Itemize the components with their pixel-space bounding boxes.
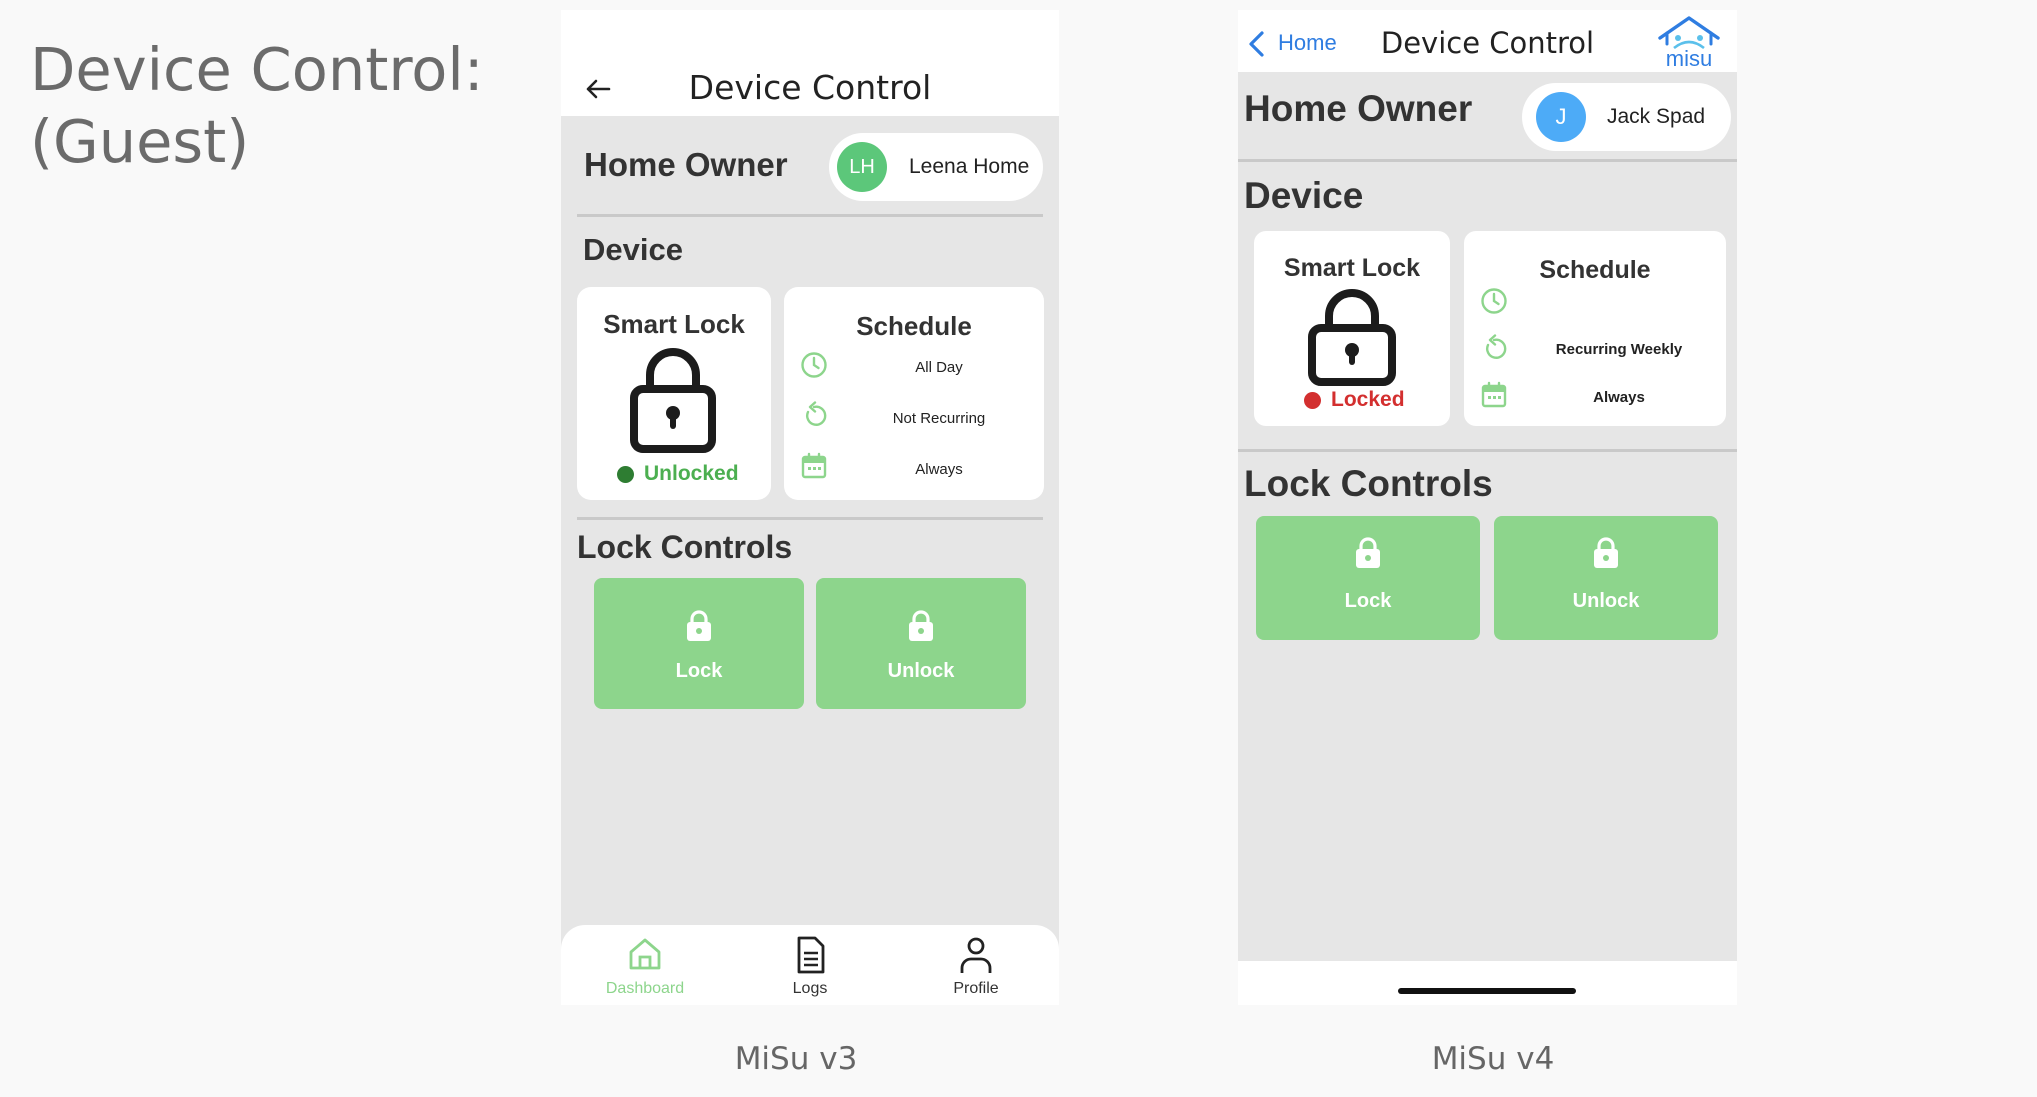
lock-icon <box>1356 537 1380 568</box>
schedule-dates: Always <box>915 461 963 478</box>
status-dot <box>1304 392 1321 409</box>
padlock-icon <box>630 348 716 453</box>
home-icon <box>629 938 661 970</box>
schedule-card[interactable]: Schedule All Day Not Recurring Always <box>784 287 1044 500</box>
schedule-title: Schedule <box>1539 256 1651 284</box>
lock-icon <box>1594 537 1618 568</box>
bottom-nav: Dashboard Logs Profile <box>561 925 1059 1005</box>
unlock-button-label: Unlock <box>887 660 955 682</box>
v3-header: Device Control <box>561 10 1059 116</box>
nav-logs-label: Logs <box>792 980 828 997</box>
lock-controls-label: Lock Controls <box>1244 463 1493 504</box>
person-icon <box>960 937 992 973</box>
schedule-time: All Day <box>915 359 963 376</box>
clock-icon <box>1481 288 1507 314</box>
home-indicator[interactable] <box>1398 988 1576 994</box>
repeat-icon <box>806 401 827 426</box>
caption-v3: MiSu v3 <box>734 1041 858 1077</box>
padlock-icon <box>1308 289 1396 386</box>
lock-button[interactable]: Lock <box>594 578 804 709</box>
lock-icon <box>687 610 711 641</box>
owner-chip[interactable]: LH Leena Home <box>829 133 1043 201</box>
nav-dashboard[interactable]: Dashboard <box>585 925 705 1005</box>
smart-lock-card[interactable]: Smart Lock Unlocked <box>577 287 771 500</box>
phone-v3: Device Control Home Owner LH Leena Home … <box>561 10 1059 1005</box>
smart-lock-title: Smart Lock <box>1283 254 1421 282</box>
bottom-bar <box>1238 961 1737 1005</box>
nav-dashboard-label: Dashboard <box>605 980 685 997</box>
unlock-button[interactable]: Unlock <box>1494 516 1718 640</box>
smart-lock-title: Smart Lock <box>603 309 745 339</box>
svg-text:misu: misu <box>1666 46 1712 70</box>
unlock-button-label: Unlock <box>1572 590 1640 612</box>
divider <box>1238 449 1737 452</box>
divider <box>577 214 1043 217</box>
owner-name: Jack Spad <box>1607 105 1706 128</box>
slide-title-line1: Device Control: <box>30 35 484 104</box>
schedule-dates: Always <box>1593 389 1645 406</box>
slide-title: Device Control: (Guest) <box>30 34 484 178</box>
calendar-icon <box>801 452 827 479</box>
divider <box>577 517 1043 520</box>
device-section-label: Device <box>1244 175 1364 216</box>
nav-profile-label: Profile <box>953 980 999 997</box>
page-title: Device Control <box>688 68 932 107</box>
smart-lock-card[interactable]: Smart Lock Locked <box>1254 231 1450 426</box>
document-icon <box>797 936 825 974</box>
lock-button-label: Lock <box>1344 590 1392 612</box>
repeat-icon <box>1486 334 1507 359</box>
nav-profile[interactable]: Profile <box>916 925 1036 1005</box>
divider <box>1238 159 1737 162</box>
lock-button[interactable]: Lock <box>1256 516 1480 640</box>
home-owner-label: Home Owner <box>584 146 788 183</box>
owner-name: Leena Home <box>909 155 1030 178</box>
slide-title-line2: (Guest) <box>30 107 250 176</box>
device-section-label: Device <box>583 232 683 267</box>
lock-controls-label: Lock Controls <box>577 529 793 565</box>
status-dot <box>617 466 634 483</box>
calendar-icon <box>1481 381 1507 408</box>
phone-v4: Home Device Control misu Home Owner J Ja… <box>1238 10 1737 1005</box>
avatar: LH <box>837 142 887 192</box>
lock-icon <box>909 610 933 641</box>
schedule-recurrence: Not Recurring <box>892 410 986 427</box>
lock-status-text: Unlocked <box>644 462 739 485</box>
avatar: J <box>1536 92 1586 142</box>
v4-header: Home Device Control misu <box>1238 10 1737 72</box>
schedule-card[interactable]: Schedule Recurring Weekly Always <box>1464 231 1726 426</box>
caption-v4: MiSu v4 <box>1431 1041 1555 1077</box>
owner-chip[interactable]: J Jack Spad <box>1522 83 1731 151</box>
misu-logo: misu <box>1658 16 1720 70</box>
lock-status-text: Locked <box>1331 388 1405 411</box>
unlock-button[interactable]: Unlock <box>816 578 1026 709</box>
home-owner-label: Home Owner <box>1244 88 1473 129</box>
lock-button-label: Lock <box>675 660 723 682</box>
clock-icon <box>801 352 827 378</box>
schedule-title: Schedule <box>856 311 972 341</box>
schedule-recurrence: Recurring Weekly <box>1555 341 1683 358</box>
nav-logs[interactable]: Logs <box>750 925 870 1005</box>
